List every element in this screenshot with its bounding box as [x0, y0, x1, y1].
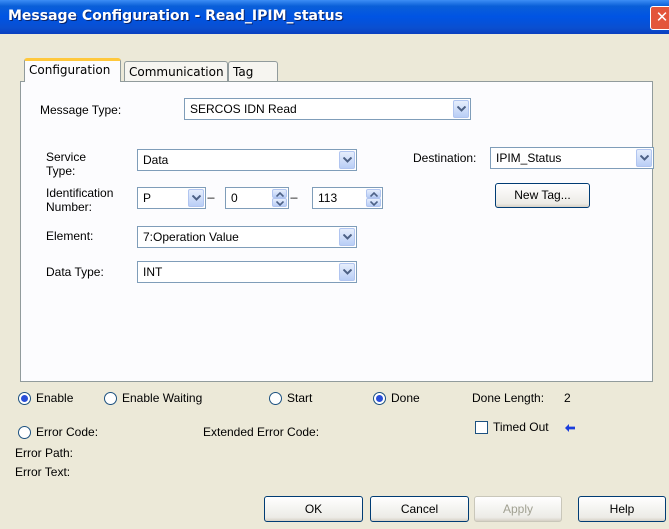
id-set-spinner[interactable]: 0	[225, 187, 289, 209]
chevron-down-icon[interactable]	[636, 149, 652, 167]
spin-down-icon[interactable]	[366, 198, 381, 207]
spin-up-icon[interactable]	[272, 189, 287, 198]
data-type-label: Data Type:	[46, 265, 104, 279]
element-value: 7:Operation Value	[143, 230, 239, 244]
new-tag-button[interactable]: New Tag...	[495, 183, 590, 208]
enable-radio[interactable]	[18, 392, 31, 405]
timed-out-checkbox[interactable]	[475, 421, 488, 434]
close-icon: ✕	[655, 8, 669, 26]
help-button[interactable]: Help	[578, 496, 666, 522]
start-label: Start	[287, 391, 313, 405]
window-title: Message Configuration - Read_IPIM_status	[8, 8, 343, 24]
arrow-left-icon	[564, 422, 576, 432]
element-select[interactable]: 7:Operation Value	[137, 226, 357, 248]
service-type-label-2: Type:	[46, 164, 76, 178]
spin-up-icon[interactable]	[366, 189, 381, 198]
id-number-value: 113	[318, 191, 338, 205]
id-number-spinner[interactable]: 113	[312, 187, 383, 209]
message-type-value: SERCOS IDN Read	[190, 102, 297, 116]
identification-label: Identification	[46, 186, 114, 200]
service-type-label: Service	[46, 150, 87, 164]
tab-tag[interactable]: Tag	[228, 61, 278, 82]
tab-configuration[interactable]: Configuration	[24, 58, 121, 82]
destination-label: Destination:	[413, 151, 477, 165]
ok-button[interactable]: OK	[264, 496, 363, 522]
chevron-down-icon[interactable]	[339, 228, 355, 246]
start-radio[interactable]	[269, 392, 282, 405]
element-label: Element:	[46, 229, 94, 243]
chevron-down-icon[interactable]	[188, 189, 204, 207]
destination-select[interactable]: IPIM_Status	[490, 147, 654, 169]
chevron-down-icon[interactable]	[339, 263, 355, 281]
error-path-label: Error Path:	[15, 446, 74, 460]
spin-down-icon[interactable]	[272, 198, 287, 207]
timed-out-label: Timed Out	[493, 420, 549, 434]
done-length-value: 2	[564, 391, 571, 405]
data-type-select[interactable]: INT	[137, 261, 357, 283]
enable-waiting-label: Enable Waiting	[122, 391, 203, 405]
destination-value: IPIM_Status	[496, 151, 562, 165]
error-code-radio[interactable]	[18, 426, 31, 439]
error-code-label: Error Code:	[36, 425, 99, 439]
id-prefix-value: P	[143, 191, 152, 205]
done-length-label: Done Length:	[472, 391, 545, 405]
service-type-select[interactable]: Data	[137, 149, 357, 171]
tab-communication[interactable]: Communication	[124, 61, 228, 82]
message-type-select[interactable]: SERCOS IDN Read	[184, 98, 471, 120]
id-prefix-select[interactable]: P	[137, 187, 206, 209]
id-separator: ---	[207, 193, 215, 204]
chevron-down-icon[interactable]	[339, 151, 355, 169]
enable-waiting-radio[interactable]	[104, 392, 117, 405]
service-type-value: Data	[143, 153, 169, 167]
done-label: Done	[391, 391, 420, 405]
id-set-value: 0	[231, 191, 238, 205]
done-radio[interactable]	[373, 392, 386, 405]
id-separator: ---	[290, 193, 298, 204]
error-text-label: Error Text:	[15, 465, 71, 479]
message-type-label: Message Type:	[40, 103, 122, 117]
identification-label-2: Number:	[46, 200, 93, 214]
apply-button[interactable]: Apply	[474, 496, 562, 522]
enable-label: Enable	[36, 391, 74, 405]
extended-error-code-label: Extended Error Code:	[203, 425, 320, 439]
data-type-value: INT	[143, 265, 163, 279]
close-button[interactable]: ✕	[650, 6, 669, 30]
cancel-button[interactable]: Cancel	[370, 496, 469, 522]
chevron-down-icon[interactable]	[453, 100, 469, 118]
